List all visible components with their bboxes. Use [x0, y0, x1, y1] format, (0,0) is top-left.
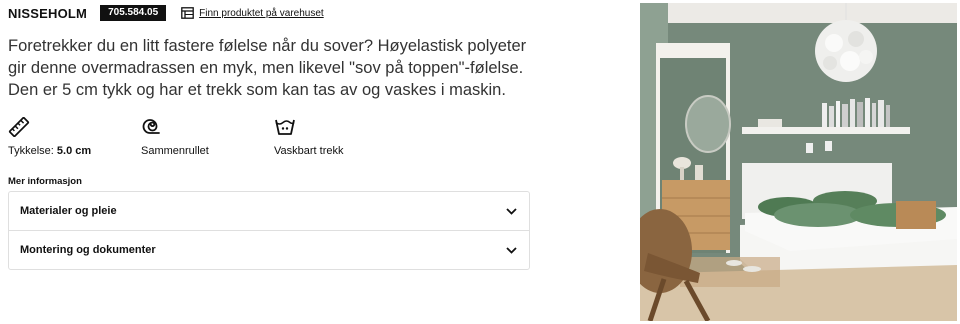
feature-thickness-text: Tykkelse: 5.0 cm [8, 145, 91, 157]
feature-rolled-label: Sammenrullet [141, 145, 209, 157]
more-info-accordion: Materialer og pleie Montering og dokumen… [8, 191, 530, 270]
product-description: Foretrekker du en litt fastere følelse n… [8, 37, 527, 99]
rolled-icon [142, 119, 160, 134]
find-in-store-label[interactable]: Finn produktet på varehuset [199, 8, 324, 19]
accordion-materials-care[interactable]: Materialer og pleie [9, 192, 529, 230]
chevron-down-icon[interactable] [506, 246, 517, 254]
ruler-icon [8, 117, 30, 137]
store-icon [181, 7, 195, 19]
feature-rolled: Sammenrullet [141, 117, 209, 157]
product-header: NISSEHOLM 705.584.05 Finn produktet på v… [8, 5, 324, 21]
accordion-materials-care-title[interactable]: Materialer og pleie [20, 205, 117, 217]
thickness-label: Tykkelse: [8, 145, 54, 157]
feature-thickness: Tykkelse: 5.0 cm [8, 117, 91, 157]
chevron-down-icon[interactable] [506, 207, 517, 215]
feature-washable: Vaskbart trekk [274, 117, 344, 157]
product-name: NISSEHOLM [8, 5, 88, 21]
product-photo [640, 3, 957, 321]
thickness-value: 5.0 cm [56, 145, 92, 157]
article-number: 705.584.05 [100, 5, 167, 21]
find-in-store-link[interactable]: Finn produktet på varehuset [181, 7, 324, 19]
bedroom-illustration [640, 3, 957, 321]
feature-washable-label: Vaskbart trekk [274, 145, 344, 157]
more-info-heading: Mer informasjon [8, 176, 82, 187]
washable-icon [275, 119, 295, 135]
accordion-assembly-documents-title[interactable]: Montering og dokumenter [20, 244, 156, 256]
feature-list: Tykkelse: 5.0 cm Sammenrullet Vaskbart t… [8, 117, 530, 159]
accordion-assembly-documents[interactable]: Montering og dokumenter [9, 230, 529, 269]
